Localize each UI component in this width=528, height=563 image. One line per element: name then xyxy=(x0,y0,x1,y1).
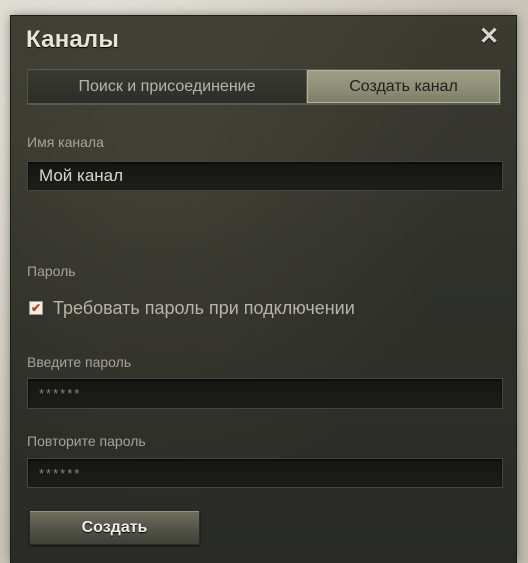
tab-divider xyxy=(27,103,501,105)
close-icon[interactable]: ✕ xyxy=(476,24,502,50)
require-password-row[interactable]: ✔ Требовать пароль при подключении xyxy=(29,296,355,320)
window-titlebar: Каналы ✕ xyxy=(11,16,516,60)
channel-name-label: Имя канала xyxy=(27,134,104,150)
repeat-password-input[interactable]: ****** xyxy=(27,458,503,488)
window-title: Каналы xyxy=(26,26,120,53)
require-password-checkbox[interactable]: ✔ xyxy=(29,301,43,315)
enter-password-label: Введите пароль xyxy=(27,354,132,370)
create-button[interactable]: Создать xyxy=(29,510,200,545)
tab-search-join[interactable]: Поиск и присоединение xyxy=(28,70,307,103)
tab-create-channel[interactable]: Создать канал xyxy=(307,70,500,103)
channel-name-input[interactable]: Мой канал xyxy=(27,161,503,191)
require-password-label: Требовать пароль при подключении xyxy=(53,297,355,318)
password-section-label: Пароль xyxy=(27,263,76,279)
tab-bar: Поиск и присоединение Создать канал xyxy=(27,69,501,104)
channels-window: Каналы ✕ Поиск и присоединение Создать к… xyxy=(11,16,516,563)
enter-password-input[interactable]: ****** xyxy=(27,378,503,409)
repeat-password-label: Повторите пароль xyxy=(27,433,146,449)
